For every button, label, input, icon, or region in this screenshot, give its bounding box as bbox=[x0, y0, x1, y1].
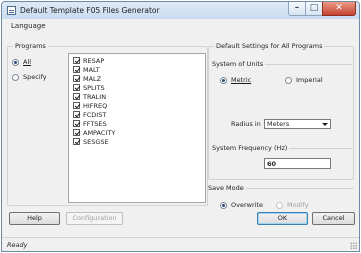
program-checklist[interactable]: RESAP MALT MALZ SPLITS TRALIN HIFREQ FCD… bbox=[68, 53, 206, 203]
radius-label: Radius in bbox=[231, 120, 261, 128]
checkbox[interactable] bbox=[73, 57, 80, 64]
overwrite-label[interactable]: Overwrite bbox=[231, 201, 263, 209]
modify-label: Modify bbox=[287, 201, 309, 209]
dropdown-arrow-icon bbox=[322, 123, 328, 126]
resize-grip-icon[interactable] bbox=[350, 242, 357, 249]
specify-programs-label[interactable]: Specify bbox=[23, 73, 47, 81]
app-window-icon bbox=[7, 6, 16, 15]
all-programs-radio[interactable] bbox=[12, 59, 19, 66]
default-settings-group-label: Default Settings for All Programs bbox=[214, 42, 325, 50]
modify-radio bbox=[276, 202, 283, 209]
cancel-button[interactable]: Cancel bbox=[312, 212, 355, 225]
menu-bar: Language bbox=[2, 19, 359, 33]
frequency-input[interactable]: 60 bbox=[264, 158, 331, 169]
programs-group-label: Programs bbox=[13, 42, 48, 50]
frequency-value: 60 bbox=[267, 160, 277, 168]
menu-language[interactable]: Language bbox=[11, 22, 46, 30]
metric-label[interactable]: Metric bbox=[231, 76, 251, 84]
imperial-radio[interactable] bbox=[285, 77, 292, 84]
ok-button[interactable]: OK bbox=[257, 212, 308, 225]
status-bar: Ready bbox=[2, 237, 359, 251]
imperial-label[interactable]: Imperial bbox=[296, 76, 323, 84]
checkbox[interactable] bbox=[73, 138, 80, 145]
maximize-icon: □ bbox=[309, 3, 319, 13]
close-icon: ✕ bbox=[335, 3, 343, 13]
all-programs-label[interactable]: All bbox=[23, 58, 31, 66]
checkbox[interactable] bbox=[73, 66, 80, 73]
help-button[interactable]: Help bbox=[9, 212, 60, 225]
minimize-icon: – bbox=[294, 3, 300, 13]
status-text: Ready bbox=[7, 241, 28, 249]
checkbox[interactable] bbox=[73, 84, 80, 91]
close-button[interactable]: ✕ bbox=[322, 2, 356, 16]
radius-unit-select[interactable]: Meters bbox=[264, 119, 331, 129]
radius-unit-value: Meters bbox=[267, 120, 290, 128]
window-title: Default Template F05 Files Generator bbox=[20, 6, 160, 15]
checkbox[interactable] bbox=[73, 129, 80, 136]
units-label: System of Units bbox=[212, 60, 266, 68]
checkbox[interactable] bbox=[73, 75, 80, 82]
maximize-button[interactable]: □ bbox=[305, 2, 323, 16]
minimize-button[interactable]: – bbox=[288, 2, 306, 16]
specify-programs-radio[interactable] bbox=[12, 74, 19, 81]
configuration-button: Configuration bbox=[66, 212, 123, 225]
checkbox[interactable] bbox=[73, 111, 80, 118]
app-window: Default Template F05 Files Generator – □… bbox=[1, 1, 360, 252]
overwrite-radio[interactable] bbox=[220, 202, 227, 209]
title-bar[interactable]: Default Template F05 Files Generator – □… bbox=[2, 2, 359, 19]
frequency-label: System Frequency (Hz) bbox=[212, 144, 290, 152]
checkbox[interactable] bbox=[73, 93, 80, 100]
checkbox[interactable] bbox=[73, 102, 80, 109]
checkbox[interactable] bbox=[73, 120, 80, 127]
metric-radio[interactable] bbox=[220, 77, 227, 84]
save-mode-label: Save Mode bbox=[208, 184, 246, 192]
